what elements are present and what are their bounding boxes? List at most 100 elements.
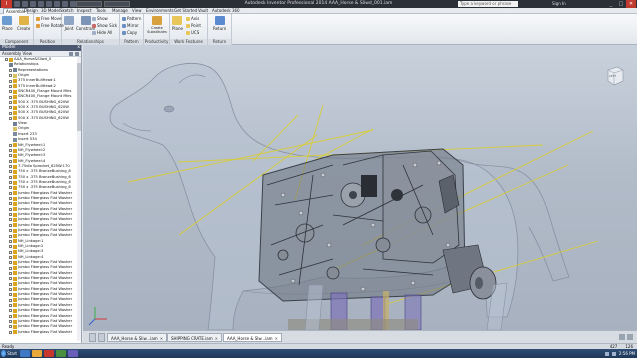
expand-icon[interactable] [9, 213, 12, 217]
expand-icon[interactable] [9, 111, 12, 115]
folder-icon[interactable] [32, 350, 42, 357]
create-substitutes-button[interactable]: Create Substitutes [147, 16, 167, 34]
close-tab-icon[interactable]: ✕ [275, 334, 278, 343]
expand-icon[interactable] [9, 95, 12, 99]
browser-scrollbar[interactable] [77, 57, 81, 341]
close-tab-icon[interactable]: ✕ [215, 334, 218, 343]
expand-icon[interactable] [9, 330, 12, 334]
close-tab-icon[interactable]: ✕ [160, 334, 163, 343]
tab-scroll-left-icon[interactable] [89, 333, 96, 342]
place-button[interactable]: Place [2, 16, 13, 31]
expand-icon[interactable] [9, 282, 12, 286]
expand-icon[interactable] [9, 239, 12, 243]
expand-icon[interactable] [9, 100, 12, 104]
expand-icon[interactable] [5, 58, 8, 62]
sign-in-link[interactable]: Sign In [552, 0, 566, 8]
expand-icon[interactable] [9, 287, 12, 291]
cascade-icon[interactable] [627, 334, 633, 340]
expand-icon[interactable] [9, 250, 12, 254]
mirror-button[interactable]: Mirror [122, 23, 139, 28]
expand-icon[interactable] [9, 149, 12, 153]
expand-icon[interactable] [9, 223, 12, 227]
minimize-icon[interactable]: _ [606, 0, 616, 8]
expand-icon[interactable] [9, 79, 12, 83]
expand-icon[interactable] [9, 159, 12, 163]
free-move-button[interactable]: Free Move [36, 16, 62, 21]
expand-icon[interactable] [9, 191, 12, 195]
expand-icon[interactable] [9, 277, 12, 281]
expand-icon[interactable] [9, 245, 12, 249]
show-button[interactable]: Show [92, 16, 108, 21]
expand-icon[interactable] [9, 303, 12, 307]
expand-icon[interactable] [9, 309, 12, 313]
expand-icon[interactable] [9, 266, 12, 270]
tab-scroll-right-icon[interactable] [98, 333, 105, 342]
expand-icon[interactable] [9, 84, 12, 88]
expand-icon[interactable] [9, 255, 12, 259]
expand-icon[interactable] [9, 181, 12, 185]
explorer-icon[interactable] [20, 350, 30, 357]
expand-icon[interactable] [9, 74, 12, 78]
clock[interactable]: 2:56 PM [619, 351, 635, 356]
pattern-button[interactable]: Pattern [122, 16, 141, 21]
expand-icon[interactable] [9, 186, 12, 190]
expand-icon[interactable] [9, 325, 12, 329]
create-button[interactable]: Create [17, 16, 30, 31]
expand-icon[interactable] [9, 218, 12, 222]
scrollbar-thumb[interactable] [77, 63, 81, 131]
start-button[interactable]: Start [1, 349, 17, 358]
expand-icon[interactable] [9, 234, 12, 238]
expand-icon[interactable] [9, 202, 12, 206]
expand-icon[interactable] [9, 165, 12, 169]
graphics-viewport[interactable]: LEFT [83, 45, 637, 330]
browser-menu-icon[interactable] [75, 52, 79, 56]
point-button[interactable]: Point [186, 23, 201, 28]
browser-tree-item[interactable]: Jumbo Fiberglass Flat Washer [0, 330, 78, 335]
expand-icon[interactable] [9, 314, 12, 318]
expand-icon[interactable] [9, 116, 12, 120]
inventor-icon[interactable] [44, 350, 54, 357]
tree-item-label: 375 InnerBullHead:2 [18, 83, 56, 88]
maximize-icon[interactable]: □ [616, 0, 626, 8]
expand-icon[interactable] [9, 293, 12, 297]
free-rotate-button[interactable]: Free Rotate [36, 23, 64, 28]
joint-button[interactable]: Joint [64, 16, 74, 31]
volume-icon[interactable] [611, 351, 616, 356]
expand-icon[interactable] [9, 261, 12, 265]
document-tab[interactable]: AAA_Horse & Sliw...iam ✕ [107, 333, 168, 343]
return-button[interactable]: Return [213, 16, 226, 31]
ucs-button[interactable]: UCS [186, 30, 199, 35]
expand-icon[interactable] [9, 175, 12, 179]
expand-icon[interactable] [9, 207, 12, 211]
filter-icon[interactable] [69, 52, 73, 56]
viewcube[interactable]: LEFT [605, 65, 625, 87]
search-input[interactable]: Type a keyword or phrase [458, 1, 518, 7]
expand-icon[interactable] [9, 170, 12, 174]
network-icon[interactable] [604, 351, 609, 356]
copy-button[interactable]: Copy [122, 30, 137, 35]
model-canvas[interactable] [83, 45, 637, 330]
close-icon[interactable]: ✕ [626, 0, 636, 8]
expand-icon[interactable] [9, 106, 12, 110]
expand-icon[interactable] [9, 90, 12, 94]
expand-icon[interactable] [9, 154, 12, 158]
expand-icon[interactable] [9, 298, 12, 302]
expand-icon[interactable] [9, 68, 12, 72]
expand-icon[interactable] [9, 271, 12, 275]
document-tab-active[interactable]: AAA_Horse & Slw...iam ✕ [223, 333, 282, 342]
app-icon[interactable] [56, 350, 66, 357]
axis-button[interactable]: Axis [186, 16, 199, 21]
document-tab[interactable]: SHIPPING CRATE.iam ✕ [167, 333, 222, 342]
app-icon[interactable] [68, 350, 78, 357]
expand-icon[interactable] [9, 197, 12, 201]
plane-button[interactable]: Plane [172, 16, 183, 31]
expand-icon[interactable] [9, 143, 12, 147]
tree-item-label: Jumbo Fiberglass Flat Washer [18, 222, 73, 227]
show-sick-button[interactable]: Show Sick [92, 23, 117, 28]
expand-icon[interactable] [9, 229, 12, 233]
hide-all-button[interactable]: Hide All [92, 30, 112, 35]
tree-item-label: Insert 233 [18, 131, 37, 136]
expand-icon[interactable] [9, 320, 12, 324]
tile-icon[interactable] [619, 334, 625, 340]
create-substitutes-label: Create Substitutes [147, 26, 167, 34]
